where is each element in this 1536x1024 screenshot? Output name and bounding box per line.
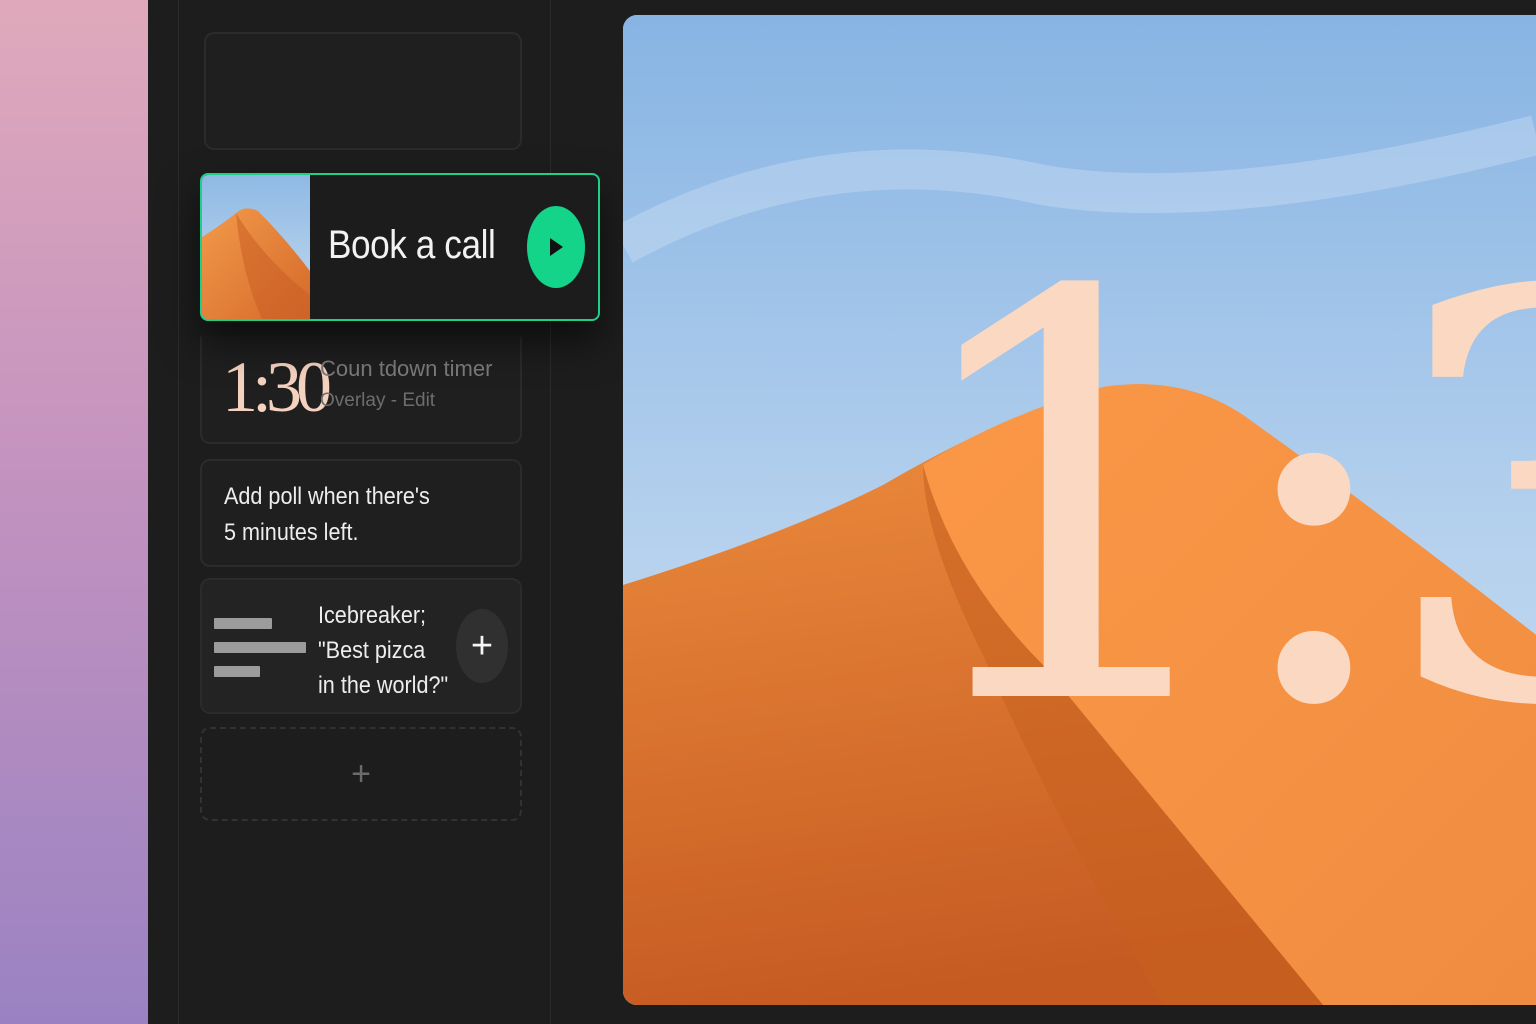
countdown-display: 1:30 [893, 177, 1536, 829]
book-a-call-item[interactable]: Book a call [200, 173, 600, 321]
timer-item-title: Coun tdown timer [320, 356, 493, 381]
dune-thumbnail [202, 175, 310, 319]
play-icon [550, 238, 563, 256]
timer-thumbnail: 1:30 [222, 347, 332, 427]
poll-note-text: Add poll when there's 5 minutes left. [224, 479, 430, 551]
preview-stage: 1:30 [623, 15, 1536, 1005]
icebreaker-line: in the world?" [318, 672, 449, 699]
text-lines-icon [214, 618, 309, 680]
poll-note-line: Add poll when there's [224, 483, 430, 510]
poll-note-item[interactable]: Add poll when there's 5 minutes left. [200, 459, 522, 567]
timer-item-subtitle[interactable]: Overlay - Edit [320, 390, 435, 412]
icebreaker-text: Icebreaker; "Best pizca in the world?" [318, 598, 448, 703]
countdown-timer-item[interactable]: 1:30 Coun tdown timer Overlay - Edit [200, 336, 522, 444]
sidebar-rail-right [550, 0, 551, 1024]
poll-note-line: 5 minutes left. [224, 519, 359, 546]
icebreaker-line: Icebreaker; [318, 602, 427, 629]
add-slot-button[interactable]: + [200, 727, 522, 821]
empty-slot[interactable] [204, 32, 522, 150]
play-button[interactable] [527, 206, 585, 288]
icebreaker-line: "Best pizca [318, 637, 426, 664]
add-button[interactable]: + [456, 609, 508, 683]
sidebar-rail-left [178, 0, 179, 1024]
icebreaker-item[interactable]: Icebreaker; "Best pizca in the world?" + [200, 578, 522, 714]
background-gradient [0, 0, 148, 1024]
item-title: Book a call [328, 223, 496, 267]
